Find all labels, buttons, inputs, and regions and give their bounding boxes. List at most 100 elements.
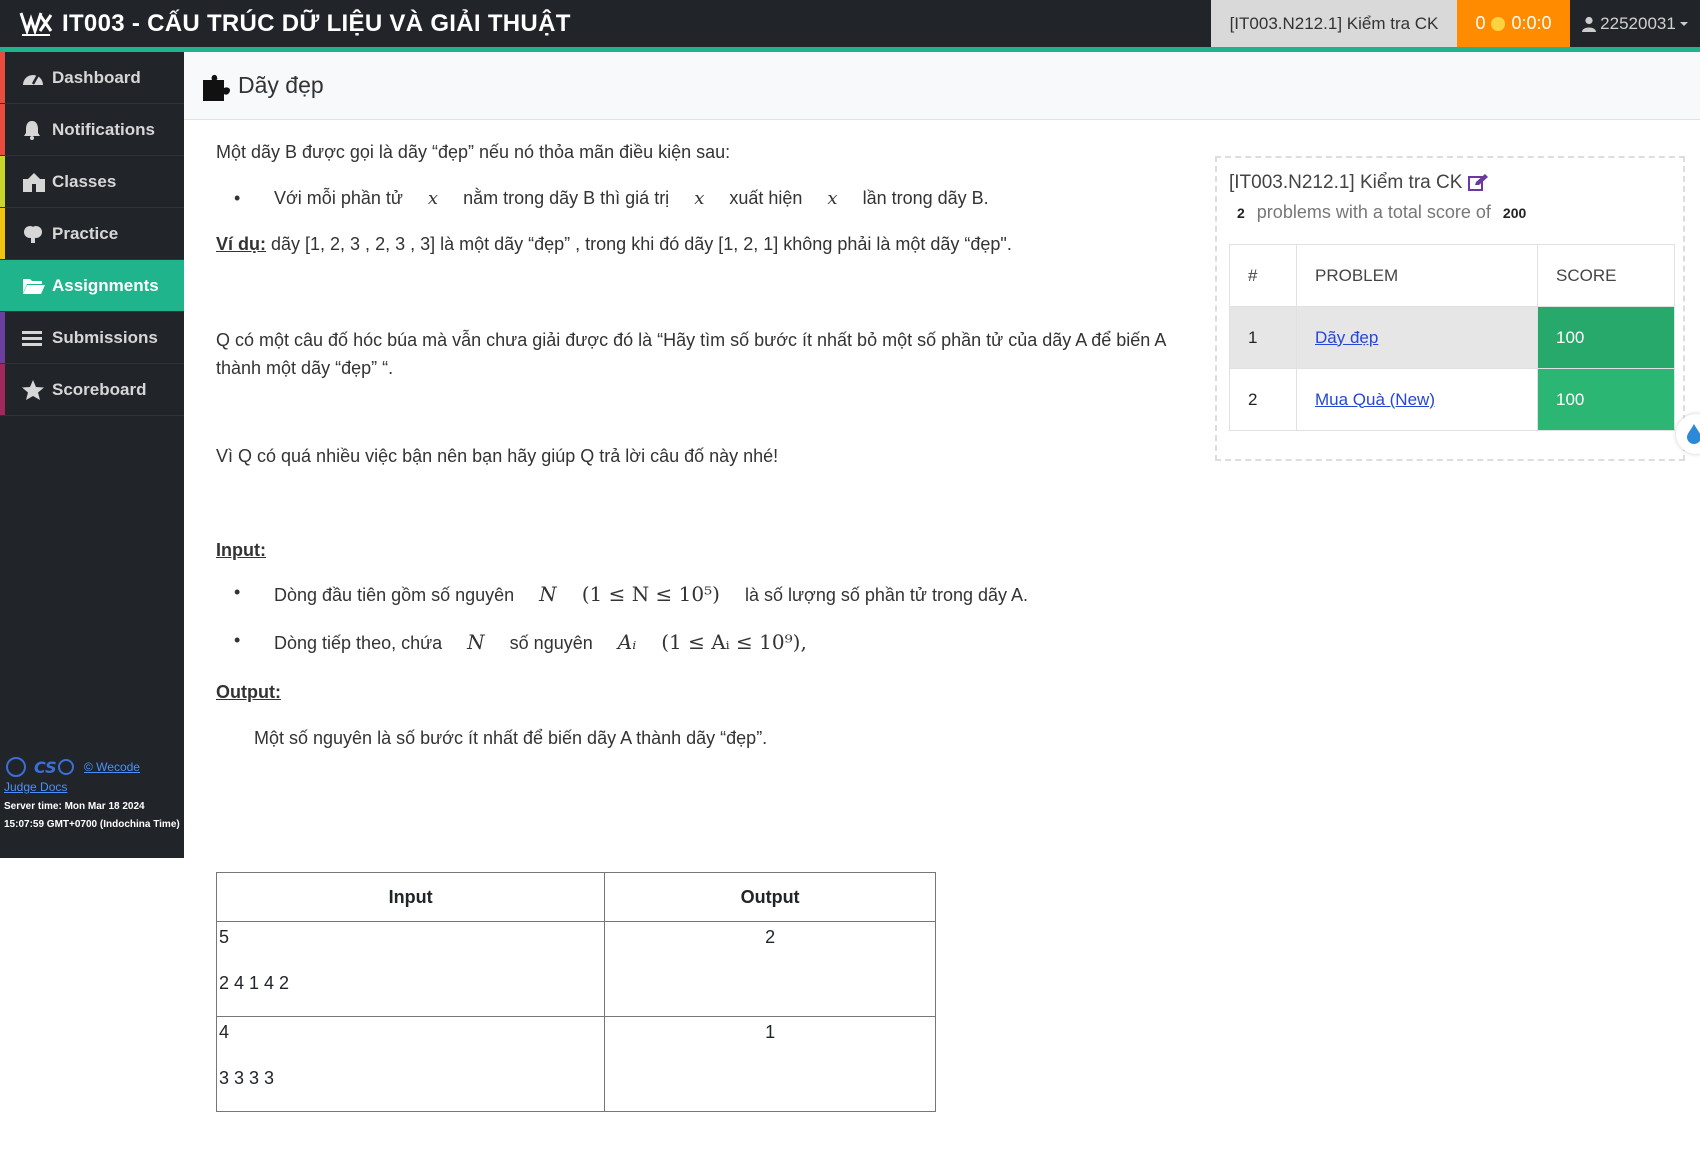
puzzle-icon bbox=[203, 74, 231, 101]
brand-title: IT003 - CẤU TRÚC DỮ LIỆU VÀ GIẢI THUẬT bbox=[62, 9, 571, 37]
example: Ví dụ: dãy [1, 2, 3 , 2, 3 , 3] là một d… bbox=[216, 234, 1012, 255]
sidebar-color-bar bbox=[0, 208, 5, 259]
brand[interactable]: IT003 - CẤU TRÚC DỮ LIỆU VÀ GIẢI THUẬT bbox=[18, 0, 571, 47]
sidebar-color-bar bbox=[0, 364, 5, 415]
sidebar-item-dashboard[interactable]: Dashboard bbox=[0, 52, 184, 104]
column-header: SCORE bbox=[1537, 244, 1675, 307]
input-heading: Input: bbox=[216, 540, 266, 560]
sample-table: Input Output 5 2 4 1 4 2 2 4 3 3 3 3 1 bbox=[215, 872, 936, 1112]
username: 22520031 bbox=[1600, 13, 1676, 33]
timer-dot-icon bbox=[1491, 16, 1506, 31]
sidebar-item-label: Notifications bbox=[52, 119, 155, 139]
logo-icon bbox=[19, 12, 53, 36]
drop-icon bbox=[1687, 424, 1700, 444]
text: Dòng đầu tiên gồm số nguyên bbox=[274, 585, 520, 605]
sidebar-item-notifications[interactable]: Notifications bbox=[0, 104, 184, 156]
panel-title-text: [IT003.N212.1] Kiểm tra CK bbox=[1229, 172, 1463, 193]
folder-open-icon bbox=[22, 276, 48, 296]
input-line: 3 3 3 3 bbox=[219, 1068, 275, 1088]
sidebar-color-bar bbox=[0, 104, 5, 155]
sidebar: Dashboard Notifications Classes Practice… bbox=[0, 52, 184, 858]
input-line-1: Dòng đầu tiên gồm số nguyên N (1 ≤ N ≤ 1… bbox=[234, 582, 1028, 606]
top-navbar: IT003 - CẤU TRÚC DỮ LIỆU VÀ GIẢI THUẬT [… bbox=[0, 0, 1700, 47]
problem-number: 1 bbox=[1229, 306, 1297, 369]
math-range: (1 ≤ Aᵢ ≤ 10⁹), bbox=[661, 630, 807, 654]
total-score: 200 bbox=[1502, 204, 1527, 221]
sidebar-item-practice[interactable]: Practice bbox=[0, 208, 184, 260]
sidebar-item-label: Classes bbox=[52, 171, 117, 191]
svg-text:CS: CS bbox=[34, 758, 57, 777]
current-assignment-button[interactable]: [IT003.N212.1] Kiểm tra CK bbox=[1211, 0, 1457, 47]
math-var: N bbox=[467, 630, 485, 654]
problem-name-cell: Mua Quà (New) bbox=[1296, 368, 1538, 431]
text: lần trong dãy B. bbox=[857, 188, 989, 208]
condition-list-item: Với mỗi phần tử x nằm trong dãy B thì gi… bbox=[234, 188, 989, 209]
summary-text: problems with a total score of bbox=[1256, 202, 1491, 222]
countdown-timer[interactable]: 0 0:0:0 bbox=[1457, 0, 1570, 47]
timer-value: 0:0:0 bbox=[1511, 13, 1552, 33]
column-header: Output bbox=[604, 872, 936, 922]
problems-table: # PROBLEM SCORE 1 Dãy đẹp 100 2 Mua Quà … bbox=[1229, 244, 1675, 431]
math-range: (1 ≤ N ≤ 10⁵) bbox=[581, 582, 720, 606]
problem-score: 100 bbox=[1537, 306, 1675, 369]
sample-output: 1 bbox=[604, 1016, 936, 1112]
text: xuất hiện bbox=[724, 188, 808, 208]
output-line: 2 bbox=[765, 927, 776, 947]
edit-icon[interactable] bbox=[1468, 174, 1489, 192]
text: nằm trong dãy B thì giá trị bbox=[458, 188, 675, 208]
problem-link[interactable]: Dãy đẹp bbox=[1315, 328, 1378, 347]
school-icon bbox=[22, 172, 48, 192]
page-header: Dãy đẹp bbox=[184, 52, 1700, 120]
column-header: PROBLEM bbox=[1296, 244, 1538, 307]
example-label: Ví dụ: bbox=[216, 234, 266, 254]
problem-intro: Một dãy B được gọi là dãy “đẹp” nếu nó t… bbox=[216, 142, 731, 162]
server-time: Server time: Mon Mar 18 2024 15:07:59 GM… bbox=[4, 801, 180, 830]
sidebar-color-bar bbox=[0, 156, 5, 207]
input-line: 2 4 1 4 2 bbox=[219, 973, 290, 993]
timer-count: 0 bbox=[1475, 13, 1486, 33]
sample-input: 5 2 4 1 4 2 bbox=[215, 921, 606, 1017]
sidebar-item-scoreboard[interactable]: Scoreboard bbox=[0, 364, 184, 416]
text: Dòng tiếp theo, chứa bbox=[274, 633, 448, 653]
input-line: 5 bbox=[219, 927, 230, 947]
dashboard-icon bbox=[22, 68, 48, 88]
sidebar-item-submissions[interactable]: Submissions bbox=[0, 312, 184, 364]
sidebar-footer: CS © Wecode Judge Docs Server time: Mon … bbox=[4, 756, 180, 834]
user-menu[interactable]: 22520031 bbox=[1570, 0, 1700, 47]
problem-score: 100 bbox=[1537, 368, 1675, 431]
wecode-link[interactable]: © Wecode bbox=[84, 758, 140, 776]
problem-name-cell: Dãy đẹp bbox=[1296, 306, 1538, 369]
problem-story: Q có một câu đố hóc búa mà vẫn chưa giải… bbox=[216, 330, 1166, 378]
column-header: # bbox=[1229, 244, 1297, 307]
table-row[interactable]: 1 Dãy đẹp 100 bbox=[1229, 306, 1675, 369]
sidebar-item-label: Dashboard bbox=[52, 67, 141, 87]
math-var: N bbox=[539, 582, 557, 606]
column-header: Input bbox=[215, 872, 606, 922]
sidebar-item-label: Assignments bbox=[52, 275, 159, 295]
problem-number: 2 bbox=[1229, 368, 1297, 431]
user-icon bbox=[1582, 16, 1597, 32]
math-var: Aᵢ bbox=[617, 630, 637, 654]
problem-help: Vì Q có quá nhiều việc bận nên bạn hãy g… bbox=[216, 446, 779, 466]
output-heading: Output: bbox=[216, 682, 281, 702]
sidebar-item-label: Submissions bbox=[52, 327, 158, 347]
example-text: dãy [1, 2, 3 , 2, 3 , 3] là một dãy “đẹp… bbox=[266, 234, 1012, 254]
sample-input: 4 3 3 3 3 bbox=[215, 1016, 606, 1112]
output-line: 1 bbox=[765, 1022, 776, 1042]
judge-docs-link[interactable]: Judge Docs bbox=[4, 780, 67, 794]
sample-output: 2 bbox=[604, 921, 936, 1017]
problem-link[interactable]: Mua Quà (New) bbox=[1315, 390, 1435, 409]
caret-down-icon bbox=[1679, 21, 1688, 26]
sidebar-item-assignments[interactable]: Assignments bbox=[0, 260, 184, 312]
sidebar-item-label: Scoreboard bbox=[52, 379, 147, 399]
panel-summary: 2 problems with a total score of 200 bbox=[1237, 202, 1526, 223]
input-line: 4 bbox=[219, 1022, 230, 1042]
assignment-panel: [IT003.N212.1] Kiểm tra CK 2 problems wi… bbox=[1215, 156, 1685, 461]
page-title: Dãy đẹp bbox=[238, 72, 324, 98]
table-row: 4 3 3 3 3 1 bbox=[215, 1016, 936, 1112]
list-icon bbox=[22, 328, 48, 348]
output-text: Một số nguyên là số bước ít nhất để biến… bbox=[254, 728, 768, 748]
table-row[interactable]: 2 Mua Quà (New) 100 bbox=[1229, 368, 1675, 431]
sidebar-color-bar bbox=[0, 312, 5, 363]
sidebar-item-classes[interactable]: Classes bbox=[0, 156, 184, 208]
